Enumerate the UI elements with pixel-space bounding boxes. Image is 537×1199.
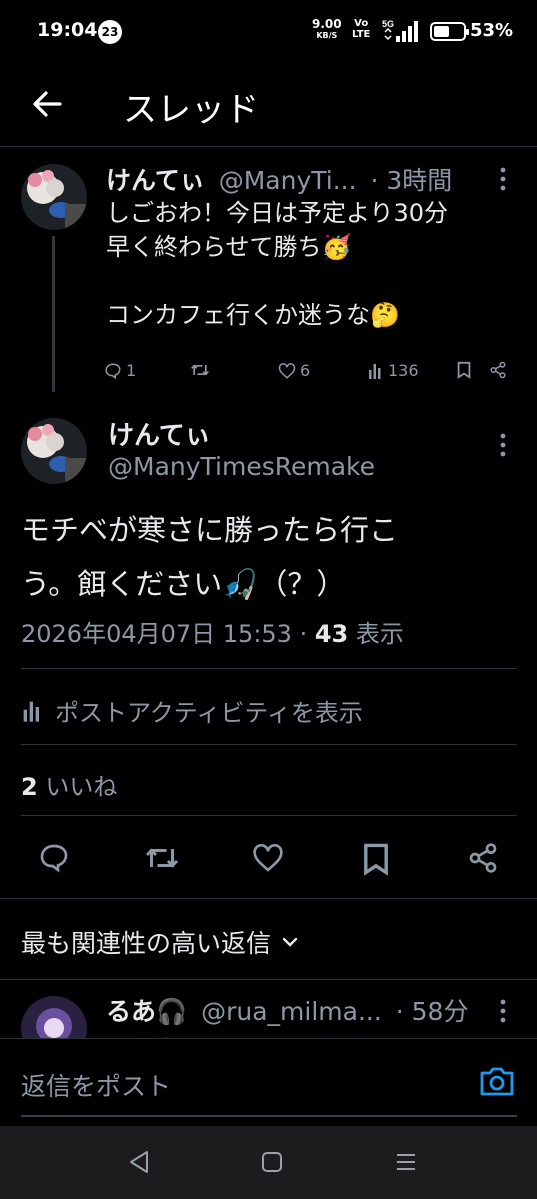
divider [21,668,517,669]
top-bar: スレッド [0,62,537,146]
heart-icon [253,844,283,872]
author-name: るあ🎧 [106,997,188,1026]
divider [21,815,517,816]
analytics-icon [23,701,39,722]
tweet-text-line: モチベが寒さに勝ったら行こ [21,513,399,547]
battery-icon [430,22,469,41]
bookmark-button[interactable] [362,842,390,880]
input-underline [21,1115,517,1117]
tweet-meta: 2026年04月07日 15:53 · 43 表示 [21,614,404,649]
camera-icon [480,1067,514,1096]
nav-home-button[interactable] [260,1150,284,1178]
analytics-icon [369,363,381,379]
author-name: けんてぃ [106,166,205,195]
like-button[interactable]: 6 [278,361,310,380]
avatar[interactable] [21,996,87,1038]
repost-button[interactable] [190,361,214,379]
tweet-text-line: コンカフェ行くか迷うな🤔 [106,301,400,329]
reply-to-line: 返信先 @ManyTimesRemake [106,1030,442,1038]
tweet-timestamp: 2026年04月07日 15:53 · [21,620,308,648]
post-activity-link[interactable]: ポストアクティビティを表示 [21,693,363,728]
more-options-icon[interactable] [495,997,511,1025]
page-title: スレッド [123,90,259,130]
heart-icon [278,362,296,379]
nav-back-button[interactable] [127,1148,153,1180]
more-options-icon[interactable] [495,165,511,193]
reply-tweet-author: るあ🎧 @rua_milma... · 58分 [106,992,468,1028]
reply-sort-dropdown[interactable]: 最も関連性の高い返信 [21,924,301,960]
tweet-text-line: 早く終わらせて勝ち🥳 [106,233,352,261]
author-handle: @ManyTi... [218,166,357,195]
author-handle: @ManyTimesRemake [108,452,376,481]
avatar[interactable] [21,164,87,230]
bookmark-icon [364,843,388,876]
tweet-text-line: しごおわ！今日は予定より30分 [106,199,449,227]
like-count: 6 [300,361,311,380]
like-button[interactable] [252,842,284,878]
network-type-label: 5G [382,19,394,29]
likes-summary[interactable]: 2 いいね [21,767,117,802]
reply-button[interactable]: 1 [104,361,136,380]
nav-menu-icon [397,1154,415,1170]
reply-compose-bar: 返信をポスト [0,1038,537,1126]
net-speed-value: 9.00 [312,17,342,31]
nav-home-icon [262,1152,282,1172]
tweet-text: しごおわ！今日は予定より30分 早く終わらせて勝ち🥳 コンカフェ行くか迷うな🤔 [106,196,448,332]
reply-input[interactable]: 返信をポスト [21,1067,171,1103]
repost-icon [145,848,179,868]
divider [21,744,517,745]
like-count: 2 [21,773,38,801]
header-divider [0,146,537,147]
view-label: 表示 [355,620,404,648]
battery-percent: 53% [470,20,514,41]
views-button[interactable]: 136 [368,361,419,380]
tweet-text-line: う。餌ください🎣（？） [21,567,346,601]
view-count: 136 [388,361,419,380]
repost-icon [191,364,209,376]
thread-line [52,236,55,392]
system-nav-bar [0,1126,537,1199]
chevron-down-icon [282,937,298,947]
reply-tweet[interactable]: るあ🎧 @rua_milma... · 58分 返信先 @ManyTimesRe… [0,980,537,1038]
volte-sub-label: LTE [352,29,371,40]
repost-button[interactable] [144,842,180,878]
status-bar: 19:04 23 9.00 KB/S Vo LTE 5G 53% [0,0,537,62]
post-activity-label: ポストアクティビティを表示 [55,699,363,727]
avatar[interactable] [21,418,87,484]
signal-icon: 5G [382,18,422,48]
share-icon [490,361,506,379]
bookmark-icon [457,361,471,379]
nav-back-icon [130,1151,148,1173]
back-button[interactable] [26,82,70,126]
nav-recents-button[interactable] [394,1150,418,1178]
reply-count: 1 [126,361,137,380]
net-speed-unit: KB/S [316,31,338,40]
back-arrow-icon [33,91,62,117]
bookmark-button[interactable] [456,361,476,379]
tweet-time: · 58分 [395,997,469,1026]
author-name: けんてぃ [108,421,211,451]
notification-count-badge: 23 [98,20,122,44]
share-icon [469,843,497,873]
net-speed: 9.00 KB/S [312,18,342,42]
volte-label: Vo [354,18,369,29]
share-button[interactable] [467,842,499,878]
divider [0,1038,537,1039]
divider [0,898,537,899]
tweet-text: モチベが寒さに勝ったら行こ う。餌ください🎣（？） [21,503,398,611]
reply-icon [40,844,68,873]
volte-indicator: Vo LTE [352,18,370,40]
like-label: いいね [45,773,118,801]
tweet-time: · 3時間 [370,166,453,195]
reply-sort-label: 最も関連性の高い返信 [21,929,272,958]
status-time: 19:04 [37,19,98,41]
author-handle: @rua_milma... [201,997,382,1026]
share-button[interactable] [489,361,511,379]
view-count: 43 [314,620,349,648]
reply-button[interactable] [38,842,70,878]
reply-icon [105,362,121,379]
more-options-icon[interactable] [495,431,511,459]
camera-button[interactable] [478,1064,516,1102]
parent-tweet-author: けんてぃ @ManyTi... · 3時間 [106,161,452,197]
